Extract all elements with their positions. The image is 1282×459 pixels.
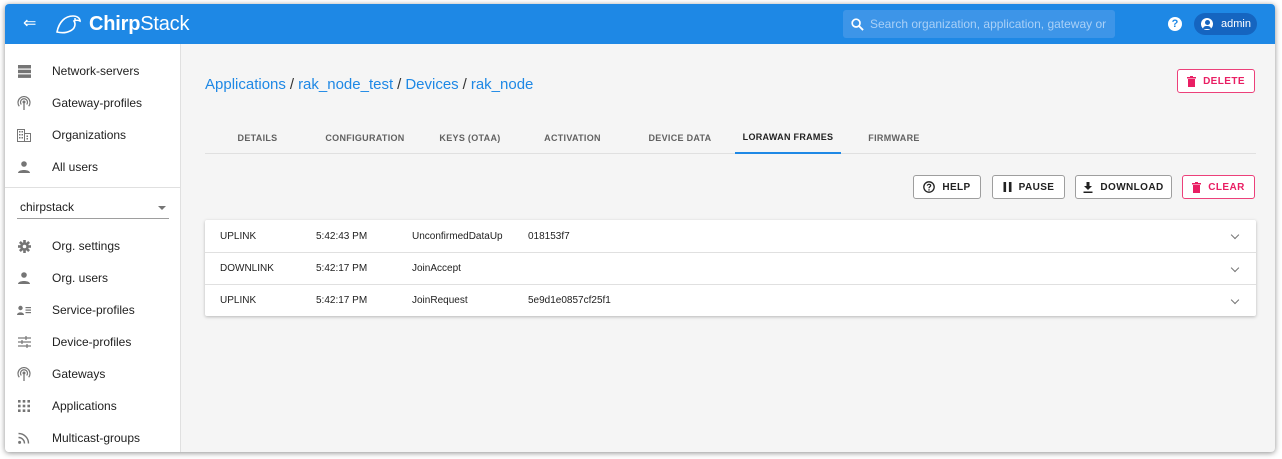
menu-collapse-icon[interactable]: ⇐ — [23, 16, 41, 32]
building-icon — [17, 128, 31, 142]
sidebar-item-gateway-profiles[interactable]: Gateway-profiles — [5, 87, 181, 119]
tab-firmware[interactable]: FIRMWARE — [841, 122, 947, 153]
person-icon — [17, 271, 31, 285]
frame-type: JoinRequest — [412, 295, 468, 306]
breadcrumb-application-link[interactable]: rak_node_test — [298, 76, 393, 93]
frame-direction: DOWNLINK — [220, 263, 274, 274]
account-circle-icon — [1201, 18, 1213, 30]
expand-icon[interactable] — [1230, 295, 1240, 305]
caret-down-icon — [158, 206, 166, 210]
clear-button[interactable]: CLEAR — [1182, 175, 1255, 199]
sidebar-divider — [5, 187, 181, 188]
lorawan-frames-list: UPLINK 5:42:43 PM UnconfirmedDataUp 0181… — [205, 220, 1256, 316]
tune-icon — [17, 335, 31, 349]
tab-configuration[interactable]: CONFIGURATION — [310, 122, 420, 153]
download-button[interactable]: DOWNLOAD — [1075, 175, 1172, 199]
gateway-icon — [17, 96, 31, 110]
sidebar-item-applications[interactable]: Applications — [5, 390, 181, 422]
expand-icon[interactable] — [1230, 263, 1240, 273]
sidebar-item-network-servers[interactable]: Network-servers — [5, 55, 181, 87]
device-tabs: DETAILS CONFIGURATION KEYS (OTAA) ACTIVA… — [205, 122, 1256, 154]
frame-row[interactable]: UPLINK 5:42:43 PM UnconfirmedDataUp 0181… — [205, 220, 1256, 252]
frame-time: 5:42:43 PM — [316, 230, 368, 242]
frame-id: 5e9d1e0857cf25f1 — [528, 295, 611, 306]
trash-icon — [1192, 181, 1202, 193]
tab-activation[interactable]: ACTIVATION — [520, 122, 625, 153]
sidebar-item-device-profiles[interactable]: Device-profiles — [5, 326, 181, 358]
sidebar-item-service-profiles[interactable]: Service-profiles — [5, 294, 181, 326]
breadcrumb-separator: / — [462, 76, 467, 93]
gear-icon — [17, 239, 31, 253]
breadcrumb-separator: / — [397, 76, 402, 93]
server-icon — [17, 64, 31, 78]
global-search[interactable] — [843, 10, 1115, 38]
sidebar: Network-servers Gateway-profiles Organiz… — [5, 44, 181, 452]
account-details-icon — [17, 303, 31, 317]
sidebar-item-all-users[interactable]: All users — [5, 151, 181, 183]
frame-type: UnconfirmedDataUp — [412, 230, 503, 242]
frame-id: 018153f7 — [528, 230, 570, 242]
help-button[interactable]: HELP — [913, 175, 981, 199]
frame-time: 5:42:17 PM — [316, 263, 368, 274]
apps-icon — [17, 399, 31, 413]
pause-button[interactable]: PAUSE — [992, 175, 1065, 199]
tab-keys-otaa[interactable]: KEYS (OTAA) — [420, 122, 520, 153]
breadcrumb-applications-link[interactable]: Applications — [205, 76, 286, 93]
download-icon — [1083, 181, 1093, 193]
sidebar-item-multicast-groups[interactable]: Multicast-groups — [5, 422, 181, 452]
logo-text: ChirpStack — [89, 12, 190, 35]
chirpstack-logo[interactable]: ChirpStack — [53, 12, 189, 36]
breadcrumb: Applications / rak_node_test / Devices / rak_n… — [205, 76, 533, 93]
tab-details[interactable]: DETAILS — [205, 122, 310, 153]
sidebar-item-organizations[interactable]: Organizations — [5, 119, 181, 151]
top-app-bar: ⇐ ChirpStack ? admin — [5, 4, 1275, 44]
search-input[interactable] — [870, 17, 1110, 31]
gateway-icon — [17, 367, 31, 381]
delete-button[interactable]: DELETE — [1177, 69, 1255, 93]
frame-time: 5:42:17 PM — [316, 295, 368, 306]
search-icon — [851, 17, 864, 31]
breadcrumb-devices-link[interactable]: Devices — [405, 76, 458, 93]
frame-row[interactable]: UPLINK 5:42:17 PM JoinRequest 5e9d1e0857… — [205, 284, 1256, 316]
sidebar-item-org-settings[interactable]: Org. settings — [5, 230, 181, 262]
organization-select-value: chirpstack — [20, 199, 75, 214]
app-window: ⇐ ChirpStack ? admin Network-ser — [5, 4, 1275, 452]
frame-direction: UPLINK — [220, 295, 257, 306]
breadcrumb-separator: / — [289, 76, 295, 93]
frame-row[interactable]: DOWNLINK 5:42:17 PM JoinAccept — [205, 252, 1256, 284]
rss-icon — [17, 431, 31, 445]
user-menu-button[interactable]: admin — [1194, 13, 1257, 35]
pause-icon — [1003, 182, 1012, 192]
bird-logo-icon — [56, 15, 81, 34]
sidebar-item-gateways[interactable]: Gateways — [5, 358, 181, 390]
help-icon[interactable]: ? — [1168, 17, 1182, 31]
organization-select[interactable]: chirpstack — [17, 195, 169, 219]
person-icon — [17, 160, 31, 174]
frame-direction: UPLINK — [220, 230, 257, 242]
sidebar-item-org-users[interactable]: Org. users — [5, 262, 181, 294]
breadcrumb-device-link[interactable]: rak_node — [471, 76, 534, 93]
tab-device-data[interactable]: DEVICE DATA — [625, 122, 735, 153]
trash-icon — [1187, 75, 1197, 87]
tab-lorawan-frames[interactable]: LORAWAN FRAMES — [735, 122, 841, 154]
frame-type: JoinAccept — [412, 263, 461, 274]
help-circle-icon — [923, 181, 936, 193]
username: admin — [1221, 18, 1251, 30]
expand-icon[interactable] — [1230, 230, 1240, 240]
